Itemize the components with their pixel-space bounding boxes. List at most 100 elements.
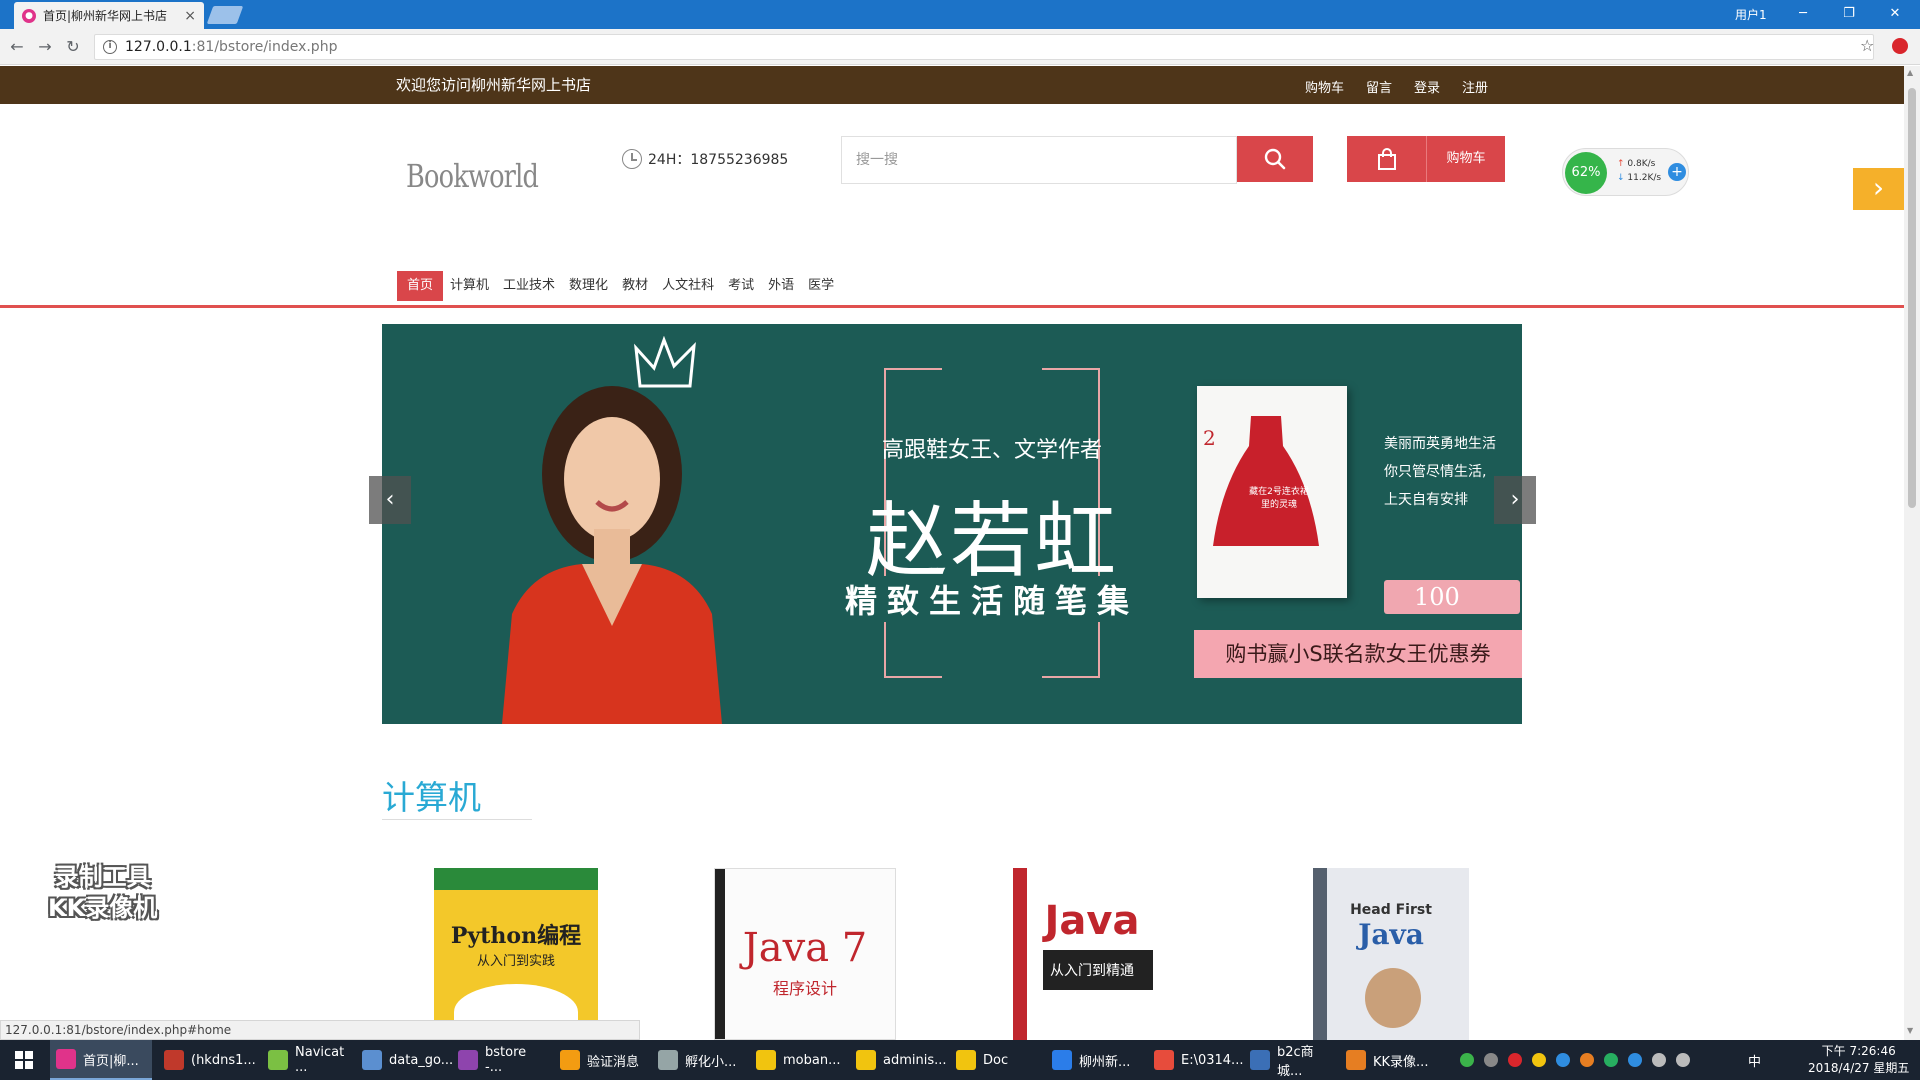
scroll-up-icon[interactable]: ▲	[1907, 68, 1913, 77]
book-title: Java 7	[742, 925, 868, 971]
nav-item-industry[interactable]: 工业技术	[496, 271, 562, 301]
nav-item-science[interactable]: 数理化	[562, 271, 615, 301]
extension-icon[interactable]	[1892, 38, 1908, 54]
taskbar-app-label: KK录像...	[1373, 1054, 1429, 1070]
taskbar-app[interactable]: Navicat ...	[262, 1040, 356, 1080]
book-cover-java-beginner[interactable]: Java 从入门到精通	[1013, 868, 1171, 1040]
battery-icon[interactable]	[1460, 1053, 1474, 1067]
hotline-text: 24H：18755236985	[648, 152, 789, 168]
nav-item-humanities[interactable]: 人文社科	[655, 271, 721, 301]
book-cover-python[interactable]: Python编程 从入门到实践	[434, 868, 598, 1040]
book-cover-java7[interactable]: Java 7 程序设计	[714, 868, 896, 1040]
side-next-arrow-icon[interactable]: ›	[1853, 168, 1904, 210]
tray-app-icon[interactable]	[1580, 1053, 1594, 1067]
top-link-message[interactable]: 留言	[1366, 77, 1392, 96]
taskbar-app-label: 首页|柳...	[83, 1053, 139, 1069]
download-rate: 11.2K/s	[1627, 173, 1662, 183]
network-rates: ↑ 0.8K/s ↓ 11.2K/s	[1617, 159, 1662, 183]
restore-icon[interactable]: ❐	[1834, 3, 1864, 25]
voucher-badge: 100	[1384, 580, 1520, 614]
bookmark-star-icon[interactable]: ☆	[1860, 36, 1874, 55]
scroll-thumb[interactable]	[1908, 88, 1916, 508]
nav-item-computer[interactable]: 计算机	[443, 271, 496, 301]
book-subtitle: 从入门到实践	[476, 954, 555, 969]
page-scrollbar[interactable]: ▲ ▼	[1904, 66, 1920, 1040]
taskbar-app-label: adminis...	[883, 1052, 947, 1068]
book-number: 2	[1203, 426, 1216, 450]
start-button[interactable]	[0, 1040, 48, 1080]
taskbar-app[interactable]: data_go...	[356, 1040, 454, 1080]
banner-book-cover: 2 藏在2号连衣裙里的灵魂	[1197, 386, 1347, 598]
tray-app-icon[interactable]	[1628, 1053, 1642, 1067]
cart-icon-button[interactable]	[1347, 136, 1426, 182]
slogan-line: 上天自有安排	[1384, 492, 1468, 508]
search-input[interactable]	[841, 136, 1237, 184]
plus-icon[interactable]: +	[1668, 163, 1686, 181]
back-arrow-icon[interactable]: ←	[6, 36, 28, 58]
tray-app-icon[interactable]	[1604, 1053, 1618, 1067]
taskbar-clock[interactable]: 下午 7:26:46 2018/4/27 星期五	[1808, 1043, 1909, 1077]
cart-button[interactable]: 购物车	[1426, 136, 1505, 182]
taskbar-app[interactable]: moban...	[750, 1040, 844, 1080]
nav-item-home[interactable]: 首页	[397, 271, 444, 301]
tab-close-icon[interactable]: ×	[184, 8, 196, 24]
taskbar-app[interactable]: E:\0314...	[1148, 1040, 1243, 1080]
watermark-line: 录制工具	[54, 863, 151, 891]
app-icon	[1052, 1050, 1072, 1070]
author-photo	[502, 386, 722, 724]
close-window-icon[interactable]: ✕	[1880, 3, 1910, 25]
scroll-down-icon[interactable]: ▼	[1907, 1026, 1913, 1035]
taskbar-app[interactable]: bstore -...	[452, 1040, 546, 1080]
new-tab-button[interactable]	[206, 6, 244, 24]
tray-chevron-icon[interactable]	[1484, 1053, 1498, 1067]
bluetooth-icon[interactable]	[1556, 1053, 1570, 1067]
taskbar-app-label: (hkdns1...	[191, 1052, 256, 1068]
app-icon	[956, 1050, 976, 1070]
top-links: 购物车 留言 登录 注册	[1305, 77, 1488, 96]
tab-home[interactable]: ● 首页|柳州新华网上书店 ×	[14, 2, 204, 29]
top-link-register[interactable]: 注册	[1462, 77, 1488, 96]
taskbar-app[interactable]: adminis...	[850, 1040, 947, 1080]
forward-arrow-icon[interactable]: →	[34, 36, 56, 58]
taskbar-app[interactable]: 孵化小...	[652, 1040, 746, 1080]
site-logo[interactable]: Bookworld	[406, 157, 539, 195]
taskbar-app[interactable]: (hkdns1...	[158, 1040, 256, 1080]
book-title: Head First	[1350, 902, 1432, 918]
taskbar-app[interactable]: Doc	[950, 1040, 1044, 1080]
taskbar-app[interactable]: 验证消息	[554, 1040, 648, 1080]
taskbar-app-label: data_go...	[389, 1052, 454, 1068]
nav-item-language[interactable]: 外语	[761, 271, 801, 301]
url-input[interactable]: i 127.0.0.1 :81/bstore/index.php	[94, 34, 1874, 60]
book-title: Python编程	[450, 923, 582, 949]
taskbar-app-label: b2c商城...	[1277, 1045, 1314, 1079]
network-monitor-widget[interactable]: 62% ↑ 0.8K/s ↓ 11.2K/s +	[1562, 148, 1689, 196]
ime-indicator[interactable]: 中	[1748, 1051, 1761, 1070]
nav-item-medicine[interactable]: 医学	[801, 271, 841, 301]
banner-next-icon[interactable]: ›	[1494, 476, 1536, 524]
tray-app-icon[interactable]	[1532, 1053, 1546, 1067]
taskbar-app-label: Doc	[983, 1052, 1009, 1068]
taskbar-app[interactable]: 首页|柳...	[50, 1040, 152, 1080]
taskbar-app[interactable]: 柳州新...	[1046, 1040, 1140, 1080]
slogan-line: 美丽而英勇地生活	[1384, 436, 1496, 452]
search-button[interactable]	[1237, 136, 1313, 182]
banner-prev-icon[interactable]: ‹	[369, 476, 411, 524]
minimize-icon[interactable]: ─	[1788, 3, 1818, 25]
reload-icon[interactable]: ↻	[62, 36, 84, 58]
wifi-icon[interactable]	[1676, 1053, 1690, 1067]
book-cover-head-first[interactable]: Head First Java	[1313, 868, 1469, 1040]
nav-item-exam[interactable]: 考试	[721, 271, 761, 301]
tray-app-icon[interactable]	[1508, 1053, 1522, 1067]
volume-icon[interactable]	[1652, 1053, 1666, 1067]
banner-carousel[interactable]: 高跟鞋女王、文学作者 赵若虹 精致生活随笔集 2 藏在2号连衣裙里的灵魂 美丽而…	[382, 324, 1522, 724]
top-link-login[interactable]: 登录	[1414, 77, 1440, 96]
tab-title: 首页|柳州新华网上书店	[43, 9, 168, 23]
nav-item-textbook[interactable]: 教材	[615, 271, 655, 301]
taskbar-app[interactable]: KK录像...	[1340, 1040, 1434, 1080]
taskbar-app[interactable]: b2c商城...	[1244, 1040, 1338, 1080]
top-link-cart[interactable]: 购物车	[1305, 77, 1344, 96]
crown-icon	[634, 336, 696, 388]
app-icon	[56, 1049, 76, 1069]
window-user-label[interactable]: 用户1	[1735, 6, 1767, 23]
site-info-icon[interactable]: i	[103, 40, 117, 54]
